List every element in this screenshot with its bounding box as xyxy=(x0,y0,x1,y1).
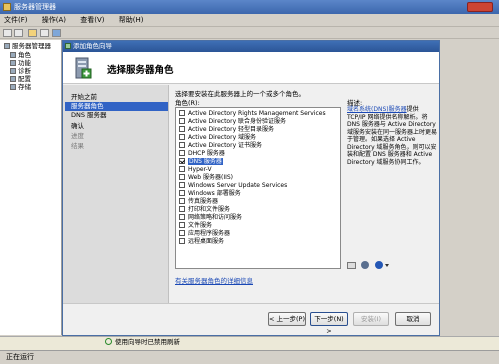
tree-item-configuration[interactable]: 配置 xyxy=(10,75,31,83)
tree-item-roles[interactable]: 角色 xyxy=(10,51,31,59)
back-icon[interactable] xyxy=(3,29,12,37)
role-checkbox[interactable] xyxy=(179,190,185,196)
help-icon[interactable] xyxy=(52,29,61,37)
role-item[interactable]: Web 服务器(IIS) xyxy=(179,174,233,182)
console-tree: 服务器管理器 角色 功能 诊断 配置 存储 xyxy=(0,40,62,335)
role-checkbox-checked[interactable] xyxy=(179,158,185,164)
chevron-down-icon[interactable] xyxy=(385,264,389,267)
actions-pane xyxy=(440,40,499,335)
role-item[interactable]: 网络策略和访问服务 xyxy=(179,214,242,222)
tree-item-diagnostics[interactable]: 诊断 xyxy=(10,67,31,75)
role-item[interactable]: Windows Server Update Services xyxy=(179,182,287,190)
add-roles-wizard: 添加角色向导 选择服务器角色 开始之前 服务器角色 DNS 服务器 确认 进度 … xyxy=(62,40,440,336)
more-about-roles-link[interactable]: 有关服务器角色的详细信息 xyxy=(175,275,253,285)
menu-action[interactable]: 操作(A) xyxy=(42,16,66,24)
cancel-button[interactable]: 取消 xyxy=(395,312,431,326)
forward-icon[interactable] xyxy=(14,29,23,37)
show-hide-tree-icon[interactable] xyxy=(40,29,49,37)
role-item[interactable]: DHCP 服务器 xyxy=(179,150,225,158)
step-server-roles[interactable]: 服务器角色 xyxy=(65,102,168,111)
role-checkbox[interactable] xyxy=(179,150,185,156)
role-item[interactable]: Active Directory 轻型目录服务 xyxy=(179,126,274,134)
server-roles-icon xyxy=(75,57,92,79)
role-checkbox[interactable] xyxy=(179,166,185,172)
wizard-header: 选择服务器角色 xyxy=(63,52,439,84)
wizard-icon xyxy=(65,43,71,49)
page-title: 选择服务器角色 xyxy=(107,65,174,76)
ok-icon xyxy=(347,262,356,269)
menu-bar: 文件(F) 操作(A) 查看(V) 帮助(H) xyxy=(0,14,499,27)
server-manager-icon xyxy=(3,3,11,11)
status-bar: 正在运行 xyxy=(0,350,499,364)
role-item[interactable]: Windows 部署服务 xyxy=(179,190,241,198)
role-checkbox[interactable] xyxy=(179,230,185,236)
role-item[interactable]: 应用程序服务器 xyxy=(179,230,230,238)
role-item[interactable]: 远程桌面服务 xyxy=(179,238,224,246)
step-dns-server[interactable]: DNS 服务器 xyxy=(71,111,167,120)
role-item[interactable]: 传真服务器 xyxy=(179,198,218,206)
wizard-title: 添加角色向导 xyxy=(73,42,112,50)
diagnostics-icon xyxy=(10,68,16,74)
wizard-steps: 开始之前 服务器角色 DNS 服务器 确认 进度 结果 xyxy=(63,85,169,303)
toolbar xyxy=(0,27,499,39)
folder-up-icon[interactable] xyxy=(28,29,37,37)
role-checkbox[interactable] xyxy=(179,126,185,132)
outer-title-bar: 服务器管理器 xyxy=(0,0,499,14)
role-description: 域名系统(DNS)服务器提供 TCP/IP 网络提供名称解析。将 DNS 服务器… xyxy=(347,106,437,166)
role-item[interactable]: 打印和文件服务 xyxy=(179,206,230,214)
role-item[interactable]: Active Directory Rights Management Servi… xyxy=(179,110,326,118)
role-checkbox[interactable] xyxy=(179,198,185,204)
features-icon xyxy=(10,60,16,66)
bottom-strip xyxy=(0,336,499,350)
window-close-button[interactable] xyxy=(467,2,493,12)
role-item[interactable]: Active Directory 联合身份验证服务 xyxy=(179,118,286,126)
refresh-icon xyxy=(105,338,112,345)
tree-item-storage[interactable]: 存储 xyxy=(10,83,31,91)
role-item[interactable]: Active Directory 域服务 xyxy=(179,134,256,142)
wizard-title-bar: 添加角色向导 xyxy=(63,41,439,52)
step-before-you-begin[interactable]: 开始之前 xyxy=(71,93,167,102)
back-button[interactable]: < 上一步(P) xyxy=(268,312,306,326)
role-checkbox[interactable] xyxy=(179,134,185,140)
role-checkbox[interactable] xyxy=(179,142,185,148)
refresh-disabled-notice: 使用向导时已禁用刷新 xyxy=(105,336,180,346)
tree-item-features[interactable]: 功能 xyxy=(10,59,31,67)
roles-list[interactable]: Active Directory Rights Management Servi… xyxy=(175,107,341,269)
role-item[interactable]: 文件服务 xyxy=(179,222,212,230)
role-checkbox[interactable] xyxy=(179,118,185,124)
step-results: 结果 xyxy=(71,142,84,150)
outer-title: 服务器管理器 xyxy=(14,3,56,11)
next-button[interactable]: 下一步(N) > xyxy=(310,312,348,335)
role-item[interactable]: Hyper-V xyxy=(179,166,212,174)
step-confirmation[interactable]: 确认 xyxy=(71,122,167,131)
menu-view[interactable]: 查看(V) xyxy=(80,16,104,24)
description-text: 提供 TCP/IP 网络提供名称解析。将 DNS 服务器与 Active Dir… xyxy=(347,106,438,166)
role-checkbox[interactable] xyxy=(179,222,185,228)
storage-icon xyxy=(10,84,16,90)
tree-item-server-manager[interactable]: 服务器管理器 xyxy=(4,42,51,50)
computer-icon xyxy=(361,261,369,269)
roles-icon xyxy=(10,52,16,58)
role-item-dns-server[interactable]: DNS 服务器 xyxy=(179,158,223,166)
role-checkbox[interactable] xyxy=(179,182,185,188)
wizard-buttons: < 上一步(P) 下一步(N) > 安装(I) 取消 xyxy=(63,303,439,335)
server-icon xyxy=(4,43,10,49)
menu-file[interactable]: 文件(F) xyxy=(4,16,28,24)
step-progress: 进度 xyxy=(71,132,84,140)
role-checkbox[interactable] xyxy=(179,238,185,244)
role-item[interactable]: Active Directory 证书服务 xyxy=(179,142,262,150)
configuration-icon xyxy=(10,76,16,82)
role-checkbox[interactable] xyxy=(179,214,185,220)
status-text: 正在运行 xyxy=(6,353,34,361)
role-checkbox[interactable] xyxy=(179,206,185,212)
info-icons xyxy=(347,261,417,271)
help-icon[interactable] xyxy=(375,261,383,269)
roles-label: 角色(R): xyxy=(175,99,200,107)
wizard-content: 选择要安装在此服务器上的一个或多个角色。 角色(R): Active Direc… xyxy=(175,85,437,303)
role-checkbox[interactable] xyxy=(179,110,185,116)
role-checkbox[interactable] xyxy=(179,174,185,180)
install-button[interactable]: 安装(I) xyxy=(353,312,389,326)
dns-server-link[interactable]: 域名系统(DNS)服务器 xyxy=(347,106,407,113)
menu-help[interactable]: 帮助(H) xyxy=(119,16,144,24)
